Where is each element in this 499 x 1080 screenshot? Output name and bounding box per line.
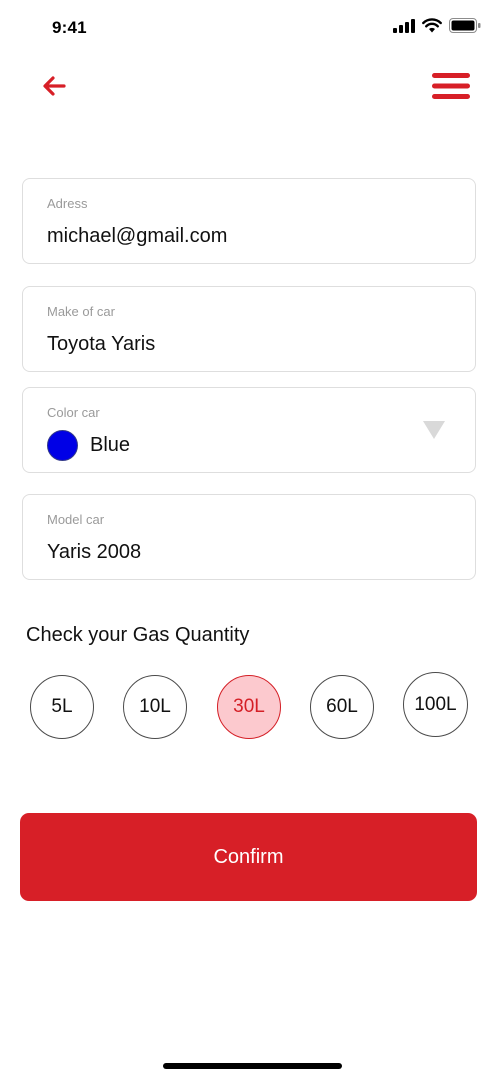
menu-button[interactable] [428, 66, 474, 106]
color-swatch [47, 430, 78, 461]
color-car-label: Color car [47, 405, 100, 420]
model-car-value[interactable]: Yaris 2008 [47, 541, 141, 564]
make-of-car-field[interactable]: Make of car Toyota Yaris [22, 286, 476, 372]
color-car-dropdown[interactable]: Color car Blue [22, 387, 476, 473]
model-car-field[interactable]: Model car Yaris 2008 [22, 494, 476, 580]
make-of-car-label: Make of car [47, 304, 115, 319]
model-car-label: Model car [47, 512, 105, 527]
gas-option-5l[interactable]: 5L [30, 675, 94, 739]
back-button[interactable] [34, 66, 74, 106]
battery-icon [449, 18, 481, 33]
address-label: Adress [47, 196, 88, 211]
gas-option-100l[interactable]: 100L [403, 672, 468, 737]
dropdown-arrow-icon[interactable] [423, 421, 445, 439]
home-indicator [163, 1063, 342, 1069]
status-icons [393, 18, 481, 33]
hamburger-menu-icon [432, 73, 470, 99]
address-value[interactable]: michael@gmail.com [47, 225, 227, 248]
arrow-left-icon [43, 76, 66, 96]
gas-quantity-title: Check your Gas Quantity [26, 624, 250, 646]
status-time: 9:41 [52, 18, 87, 37]
address-field[interactable]: Adress michael@gmail.com [22, 178, 476, 264]
color-car-value: Blue [90, 434, 131, 456]
gas-option-30l[interactable]: 30L [217, 675, 281, 739]
cellular-signal-icon [393, 18, 415, 33]
wifi-icon [422, 18, 442, 33]
make-of-car-value[interactable]: Toyota Yaris [47, 333, 155, 356]
gas-option-60l[interactable]: 60L [310, 675, 374, 739]
gas-option-10l[interactable]: 10L [123, 675, 187, 739]
confirm-button[interactable]: Confirm [20, 813, 477, 901]
